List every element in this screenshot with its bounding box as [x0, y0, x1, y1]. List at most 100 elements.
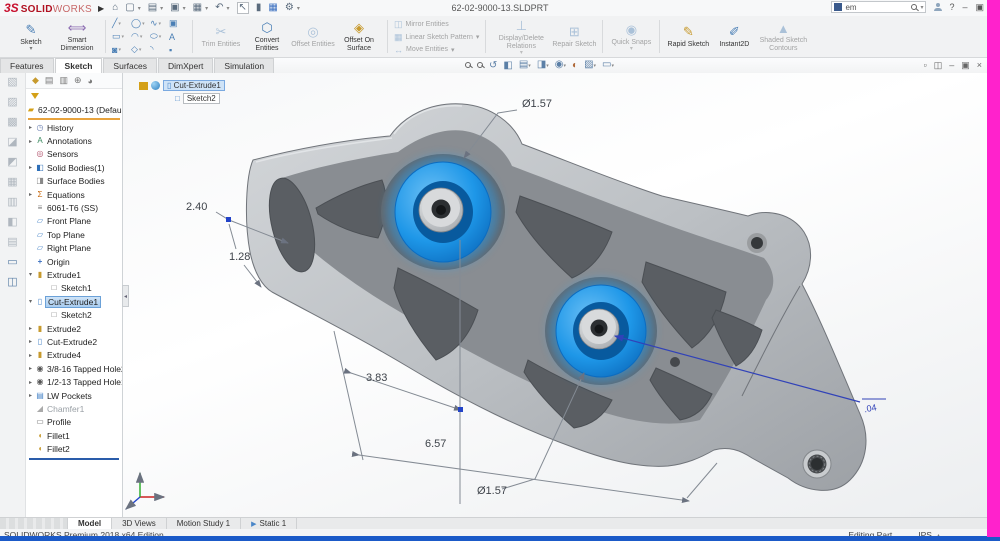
touch-mode-icon[interactable]: ▮	[256, 3, 262, 13]
spline-tool-icon[interactable]: ∿▾	[150, 17, 167, 30]
tab-sketch[interactable]: Sketch	[55, 58, 103, 73]
graphics-viewport[interactable]: Ø1.57 2.40 1.28 3.83 6.57 Ø1.57 .04 ▯	[123, 73, 1000, 517]
polygon-tool-icon[interactable]: ◇▾	[131, 43, 148, 56]
ellipse-tool-icon[interactable]: ⬭▾	[150, 30, 167, 43]
offset-entities-button[interactable]: ◎ Offset Entities	[291, 24, 335, 49]
tree-item-equations[interactable]: ▸ΣEquations	[26, 188, 122, 201]
tree-item-tapped-hole2[interactable]: ▸◉3/8-16 Tapped Hole2	[26, 362, 122, 375]
tree-item-chamfer1[interactable]: ◢Chamfer1	[26, 402, 122, 415]
expand-arrow-icon[interactable]: ▸	[26, 365, 35, 372]
tab-surfaces[interactable]: Surfaces	[103, 58, 157, 73]
tab-simulation[interactable]: Simulation	[214, 58, 274, 73]
tree-item-extrude4[interactable]: ▸▮Extrude4	[26, 349, 122, 362]
dimension-label[interactable]: 6.57	[425, 438, 446, 450]
dimxpertmanager-tab-icon[interactable]: ⊕	[74, 75, 82, 86]
new-caret-icon[interactable]: ▾	[138, 5, 141, 12]
corner-rectangle-tool-icon[interactable]: ▭▾	[112, 30, 129, 43]
tree-item-profile[interactable]: ▭Profile	[26, 416, 122, 429]
circle-tool-icon[interactable]: ◯▾	[131, 17, 148, 30]
select-arrow-icon[interactable]: ↖	[237, 2, 249, 14]
tab-3d-views[interactable]: 3D Views	[112, 518, 167, 529]
arc-tool-icon[interactable]: ◠▾	[131, 30, 148, 43]
tree-item-sensors[interactable]: ◎Sensors	[26, 148, 122, 161]
tree-item-extrude1[interactable]: ▾▮Extrude1	[26, 268, 122, 281]
tree-root-item[interactable]: ▰ 62-02-9000-13 (Default)	[26, 102, 122, 117]
side-tool-icon[interactable]: ▥	[7, 197, 17, 208]
display-style-icon[interactable]: ◨▾	[537, 59, 549, 72]
shaded-sketch-contours-button[interactable]: ▲ Shaded Sketch Contours	[758, 20, 808, 52]
edit-appearance-icon[interactable]: ◐	[572, 60, 578, 72]
panel-collapse-handle[interactable]: ◂	[122, 285, 129, 307]
tree-item-front-plane[interactable]: ▱Front Plane	[26, 215, 122, 228]
tab-motion-study-1[interactable]: Motion Study 1	[167, 518, 241, 529]
selected-dimension-label[interactable]: .04	[863, 402, 877, 414]
zoom-to-fit-icon[interactable]	[465, 60, 471, 72]
side-tool-icon[interactable]: ▨	[7, 97, 17, 108]
sketch-button[interactable]: ✎ Sketch ▾	[9, 22, 53, 52]
mirror-entities-button[interactable]: ◫ Mirror Entities	[394, 19, 479, 30]
tree-item-sketch2[interactable]: □Sketch2	[26, 308, 122, 321]
filter-icon[interactable]	[31, 93, 39, 99]
breadcrumb-feature-tag[interactable]: ▯ Cut-Extrude1	[163, 80, 225, 91]
print-caret-icon[interactable]: ▾	[205, 5, 208, 12]
home-icon[interactable]: ⌂	[112, 3, 118, 13]
side-tool-icon[interactable]: ▭	[7, 257, 17, 268]
sketch-point[interactable]	[458, 407, 463, 412]
tree-item-fillet2[interactable]: ◖Fillet2	[26, 442, 122, 455]
upper-selected-boss[interactable]	[387, 156, 499, 268]
body-icon[interactable]	[151, 81, 160, 90]
instant2d-button[interactable]: ✐ Instant2D	[712, 24, 756, 49]
part-icon[interactable]	[139, 82, 148, 90]
restore-doc-icon[interactable]: ▣	[961, 60, 970, 71]
propertymanager-tab-icon[interactable]: ▤	[45, 75, 54, 86]
new-window-icon[interactable]: ▫	[923, 60, 926, 71]
tab-features[interactable]: Features	[0, 58, 54, 73]
quick-snaps-button[interactable]: ◉ Quick Snaps ▾	[609, 22, 653, 52]
dimension-label[interactable]: 1.28	[229, 251, 250, 263]
tab-model[interactable]: Model	[68, 518, 112, 529]
properties-icon[interactable]: ▦	[268, 3, 277, 13]
undo-icon[interactable]: ↶	[215, 3, 223, 13]
previous-view-icon[interactable]: ↺	[489, 60, 497, 72]
threaded-hole[interactable]	[803, 450, 831, 478]
expand-arrow-icon[interactable]: ▸	[26, 124, 35, 131]
side-tool-icon[interactable]: ▧	[7, 77, 17, 88]
tree-item-surface-bodies[interactable]: ◨Surface Bodies	[26, 175, 122, 188]
sketch-caret-icon[interactable]: ▾	[29, 47, 32, 51]
open-icon[interactable]: ▤	[148, 3, 157, 13]
side-tool-icon[interactable]: ◧	[7, 217, 17, 228]
repair-sketch-button[interactable]: ⊞ Repair Sketch	[552, 24, 596, 49]
display-delete-relations-button[interactable]: ⊥ Display/Delete Relations ▾	[492, 18, 550, 55]
undo-caret-icon[interactable]: ▾	[227, 5, 230, 12]
tree-item-origin[interactable]: +Origin	[26, 255, 122, 268]
breadcrumb-sketch-tag[interactable]: Sketch2	[183, 93, 220, 104]
move-entities-button[interactable]: ↔ Move Entities▾	[394, 45, 479, 55]
expand-arrow-icon[interactable]: ▸	[26, 392, 35, 399]
sketch-fillet-tool-icon[interactable]: ◝	[150, 43, 167, 56]
smart-dimension-button[interactable]: ⟺ Smart Dimension	[55, 20, 99, 52]
tree-item-fillet1[interactable]: ◖Fillet1	[26, 429, 122, 442]
point-tool-icon[interactable]: ▪	[169, 43, 186, 56]
tree-item-annotations[interactable]: ▸AAnnotations	[26, 134, 122, 147]
save-caret-icon[interactable]: ▾	[183, 5, 186, 12]
menu-expand-arrow[interactable]: ▶	[98, 4, 104, 13]
offset-on-surface-button[interactable]: ◈ Offset On Surface	[337, 20, 381, 52]
convert-entities-button[interactable]: ⬡ Convert Entities	[245, 20, 289, 52]
dimension-label[interactable]: 3.83	[366, 372, 387, 384]
close-doc-icon[interactable]: ×	[977, 60, 982, 71]
tree-item-extrude2[interactable]: ▸▮Extrude2	[26, 322, 122, 335]
tab-scroll-buttons[interactable]	[0, 518, 68, 529]
expand-arrow-icon[interactable]: ▸	[26, 338, 35, 345]
tree-item-top-plane[interactable]: ▱Top Plane	[26, 228, 122, 241]
sketch-picture-tool-icon[interactable]: ▣	[169, 17, 186, 30]
zoom-to-area-icon[interactable]	[477, 60, 483, 72]
open-caret-icon[interactable]: ▾	[160, 5, 163, 12]
trim-entities-button[interactable]: ✂ Trim Entities	[199, 24, 243, 49]
tree-item-history[interactable]: ▸◷History	[26, 121, 122, 134]
hide-show-items-icon[interactable]: ◉▾	[555, 59, 566, 72]
rollback-bar[interactable]	[29, 458, 119, 460]
tree-item-cut-extrude1[interactable]: ▾▯Cut-Extrude1	[26, 295, 122, 308]
side-tool-icon[interactable]: ◪	[7, 137, 17, 148]
featuremanager-tab-icon[interactable]: ◆	[32, 75, 39, 86]
side-tool-icon[interactable]: ◩	[7, 157, 17, 168]
